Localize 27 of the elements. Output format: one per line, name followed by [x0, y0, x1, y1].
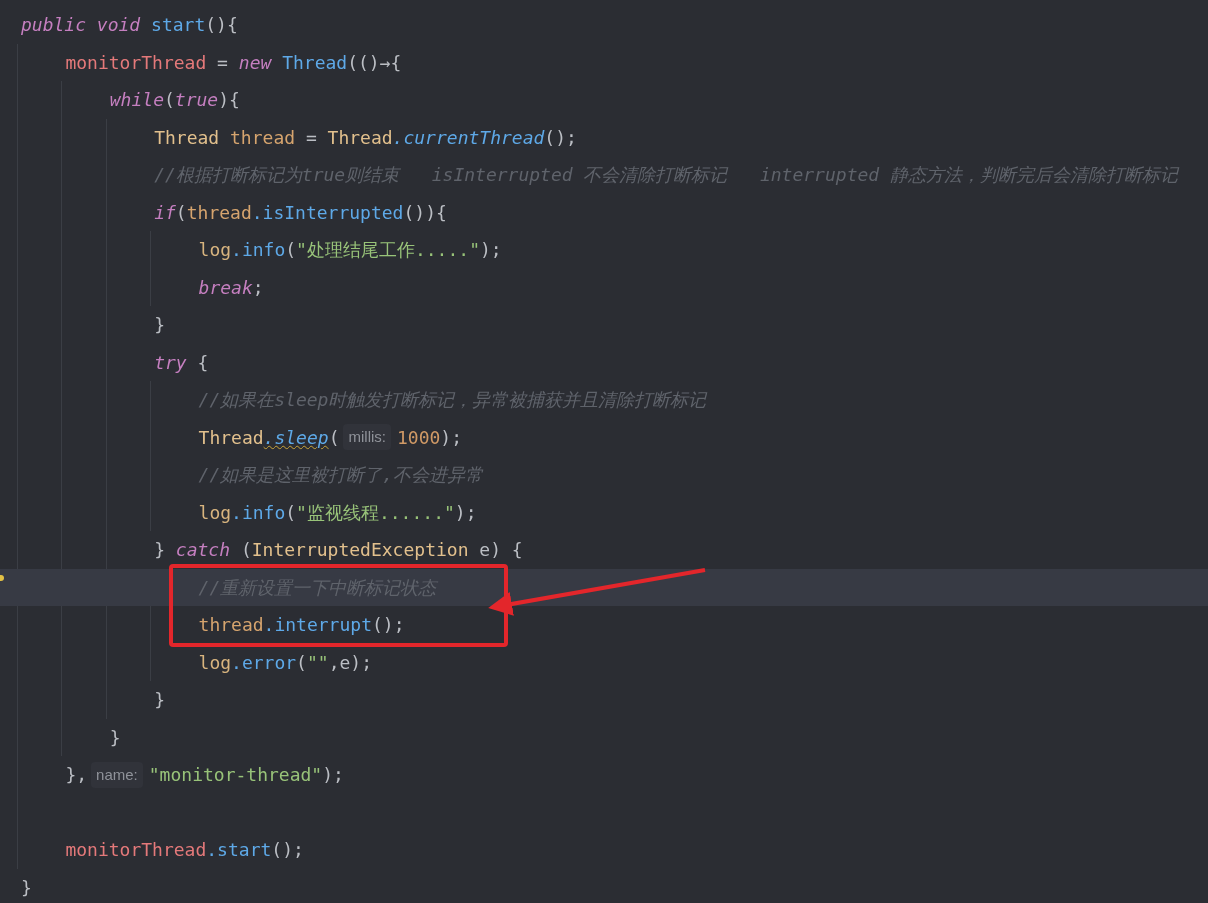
code-text: } catch (InterruptedException e) { — [154, 538, 523, 562]
code-text: monitorThread = new Thread(()→{ — [65, 50, 402, 75]
code-text: "monitor-thread"); — [148, 763, 344, 787]
code-text: } — [154, 688, 165, 712]
parameter-hint: millis: — [343, 424, 391, 451]
code-text: log.error("",e); — [198, 650, 372, 675]
code-text: } — [154, 313, 165, 337]
code-text: 1000); — [396, 425, 462, 450]
code-text: monitorThread.start(); — [65, 838, 304, 862]
code-text: try { — [154, 350, 209, 375]
code-text: } — [21, 875, 32, 900]
code-text: while(true){ — [109, 88, 240, 112]
code-text: Thread thread = Thread.currentThread(); — [154, 125, 577, 150]
gutter-mark-icon — [0, 574, 4, 581]
code-comment: //如果在sleep时触发打断标记，异常被捕获并且清除打断标记 — [198, 388, 707, 412]
parameter-hint: name: — [91, 761, 143, 788]
code-text: thread.interrupt(); — [198, 613, 405, 637]
code-text: public void start(){ — [21, 13, 238, 37]
code-text: }, — [65, 763, 88, 787]
code-text: break; — [198, 275, 264, 300]
code-comment: //根据打断标记为true则结束 isInterrupted 不会清除打断标记 interrupted 静态方法，判断完后会清除打断标记 — [154, 163, 1178, 187]
code-text: log.info("监视线程......"); — [198, 500, 477, 525]
code-text: log.info("处理结尾工作....."); — [198, 238, 502, 262]
code-text: if(thread.isInterrupted()){ — [154, 200, 447, 225]
code-text: } — [109, 725, 121, 750]
code-text: Thread.sleep( — [198, 425, 340, 450]
code-comment: //如果是这里被打断了,不会进异常 — [198, 463, 484, 487]
